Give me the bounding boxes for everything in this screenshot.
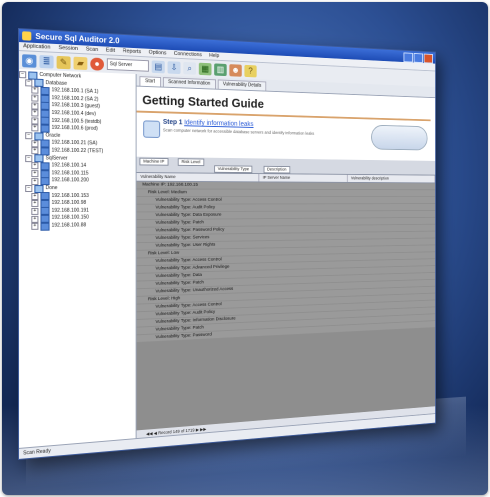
step-title: Step 1 (163, 119, 182, 126)
expand-icon[interactable]: + (31, 193, 38, 200)
chart-icon[interactable]: ▥ (214, 63, 227, 76)
grid-icon[interactable]: ▦ (199, 62, 212, 75)
tree-node[interactable]: − Done (19, 185, 136, 193)
expand-icon[interactable]: + (31, 125, 38, 132)
app-window: Secure Sql Auditor 2.0 Application Sessi… (18, 28, 436, 460)
menu-scan[interactable]: Scan (86, 46, 98, 54)
expand-icon[interactable]: + (31, 200, 38, 207)
database-icon[interactable]: ≣ (39, 55, 53, 69)
expand-icon[interactable]: + (31, 147, 38, 154)
step-link[interactable]: Identify information leaks (184, 120, 253, 128)
scene: Secure Sql Auditor 2.0 Application Sessi… (0, 0, 490, 497)
server-illustration-icon (371, 125, 427, 151)
close-button[interactable] (424, 54, 433, 64)
menu-help[interactable]: Help (209, 52, 219, 60)
expand-icon[interactable]: + (31, 95, 38, 102)
window-title: Secure Sql Auditor 2.0 (35, 32, 119, 45)
expand-icon[interactable]: + (31, 87, 38, 94)
filter-vulnerability-type[interactable]: Vulnerability Type (214, 165, 252, 173)
report-icon[interactable]: ▤ (152, 60, 165, 73)
expand-icon[interactable]: + (31, 163, 38, 170)
step-panel: Step 1 Identify information leaks Scan c… (137, 113, 436, 158)
folder-icon[interactable]: ▰ (74, 56, 88, 69)
menu-session[interactable]: Session (59, 44, 78, 53)
scan-icon[interactable]: ◉ (22, 54, 36, 68)
expand-icon[interactable]: + (31, 102, 38, 109)
tree-node[interactable]: +192.168.100.153 (19, 193, 136, 201)
filter-description[interactable]: Description (264, 166, 290, 174)
menu-application[interactable]: Application (23, 42, 50, 51)
window-controls (404, 52, 433, 63)
expand-icon[interactable]: + (31, 215, 38, 222)
server-icon (40, 222, 49, 230)
collapse-icon[interactable]: − (19, 71, 26, 78)
menu-edit[interactable]: Edit (106, 47, 115, 55)
table-row[interactable]: Risk Level: Medium (137, 189, 436, 197)
menu-connections[interactable]: Connections (174, 50, 202, 59)
collapse-icon[interactable]: − (25, 185, 32, 192)
column-vulnerability-description[interactable]: Vulnerability description (348, 175, 436, 183)
expand-icon[interactable]: + (31, 117, 38, 124)
network-tree[interactable]: − Computer Network − Database +192.168.100… (19, 69, 137, 449)
tools-icon[interactable]: ✎ (57, 55, 71, 68)
filter-risk-level[interactable]: Risk Level (178, 158, 204, 166)
expand-icon[interactable]: + (31, 170, 38, 177)
collapse-icon[interactable]: − (25, 79, 32, 86)
collapse-icon[interactable]: − (25, 155, 32, 162)
collapse-icon[interactable]: − (25, 132, 32, 139)
expand-icon[interactable]: + (31, 110, 38, 117)
tab-vulnerability-details[interactable]: Vulnerability Details (217, 79, 266, 90)
results-rows: Machine IP: 192.168.100.15 Risk Level: M… (137, 182, 436, 343)
expand-icon[interactable]: + (31, 223, 38, 230)
app-icon (22, 31, 31, 40)
filter-machine-ip[interactable]: Machine IP (139, 158, 168, 166)
column-ip-server-name[interactable]: IP Server Name (259, 174, 347, 182)
expand-icon[interactable]: + (31, 140, 38, 147)
stop-icon[interactable]: ● (90, 57, 104, 70)
maximize-button[interactable] (414, 53, 423, 63)
expand-icon[interactable]: + (31, 178, 38, 185)
expand-icon[interactable]: + (31, 208, 38, 215)
tab-scanned-information[interactable]: Scanned Information (163, 77, 216, 89)
menu-options[interactable]: Options (149, 49, 167, 58)
column-vulnerability-name[interactable]: Vulnerability Name (137, 173, 260, 181)
tab-start[interactable]: Start (139, 76, 160, 86)
step-icon (143, 120, 160, 138)
results-grid: Machine IP Risk Level Vulnerability Type… (137, 157, 436, 439)
magnify-icon[interactable]: ⌕ (183, 61, 196, 74)
help-icon[interactable]: ? (244, 64, 256, 77)
minimize-button[interactable] (404, 52, 413, 62)
menu-reports[interactable]: Reports (123, 47, 141, 56)
server-type-select[interactable]: Sql Server (107, 58, 149, 71)
tree-node[interactable]: +192.168.100.88 (19, 222, 136, 231)
export-icon[interactable]: ⇩ (168, 61, 181, 74)
content-area: − Computer Network − Database +192.168.100… (19, 69, 435, 449)
main-panel: Start Scanned Information Vulnerability … (137, 74, 436, 439)
users-icon[interactable]: ☻ (229, 64, 241, 77)
group-by-bar: Machine IP Risk Level Vulnerability Type… (137, 157, 436, 176)
